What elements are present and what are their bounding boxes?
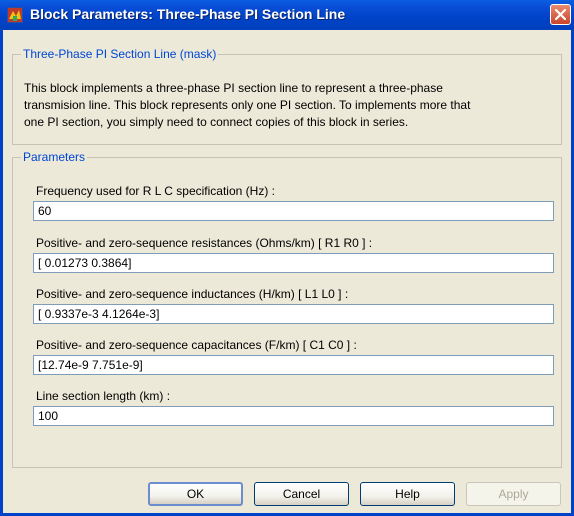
description-line: one PI section, you simply need to conne…	[24, 115, 409, 129]
close-icon	[554, 8, 567, 21]
title-bar[interactable]: Block Parameters: Three-Phase PI Section…	[0, 0, 574, 30]
parameters-group-title: Parameters	[23, 150, 86, 164]
line-length-input[interactable]: 100	[33, 406, 554, 426]
window-title: Block Parameters: Three-Phase PI Section…	[30, 6, 346, 22]
description-line: This block implements a three-phase PI s…	[24, 81, 443, 95]
apply-button[interactable]: Apply	[466, 482, 561, 506]
resistances-label: Positive- and zero-sequence resistances …	[36, 236, 373, 250]
inductances-input[interactable]: [ 0.9337e-3 4.1264e-3]	[33, 304, 554, 324]
cancel-button[interactable]: Cancel	[254, 482, 349, 506]
inductances-label: Positive- and zero-sequence inductances …	[36, 287, 349, 301]
capacitances-input[interactable]: [12.74e-9 7.751e-9]	[33, 355, 554, 375]
line-length-label: Line section length (km) :	[36, 389, 171, 403]
close-button[interactable]	[550, 4, 571, 25]
window-frame-left	[0, 30, 3, 516]
resistances-input[interactable]: [ 0.01273 0.3864]	[33, 253, 554, 273]
capacitances-label: Positive- and zero-sequence capacitances…	[36, 338, 357, 352]
frequency-label: Frequency used for R L C specification (…	[36, 184, 275, 198]
mask-description: This block implements a three-phase PI s…	[24, 80, 554, 131]
ok-button[interactable]: OK	[148, 482, 243, 506]
mask-group-title: Three-Phase PI Section Line (mask)	[23, 47, 217, 61]
description-line: transmision line. This block represents …	[24, 98, 471, 112]
help-button[interactable]: Help	[360, 482, 455, 506]
frequency-input[interactable]: 60	[33, 201, 554, 221]
simulink-block-icon[interactable]	[7, 7, 23, 23]
